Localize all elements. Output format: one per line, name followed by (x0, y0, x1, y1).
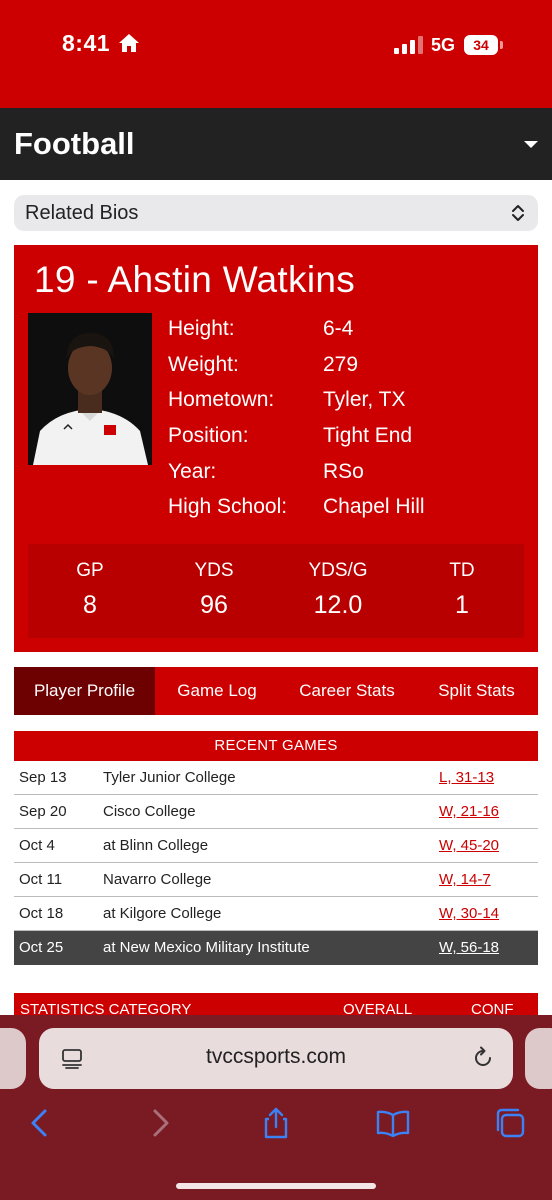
game-date: Oct 25 (19, 939, 64, 956)
table-row: Sep 13 Tyler Junior College L, 31-13 (14, 761, 538, 795)
game-opponent: Navarro College (103, 871, 212, 888)
player-name: 19 - Ahstin Watkins (34, 259, 356, 300)
game-result-link[interactable]: L, 31-13 (439, 769, 494, 786)
bio-row-year: Year: RSo (168, 460, 528, 496)
table-row: Sep 20 Cisco College W, 21-16 (14, 795, 538, 829)
stat-label: YDS/G (308, 560, 368, 581)
battery-level: 34 (464, 35, 498, 55)
bio-details: Height: 6-4 Weight: 279 Hometown: Tyler,… (168, 317, 528, 531)
recent-games-table: RECENT GAMES Sep 13 Tyler Junior College… (14, 731, 538, 965)
bio-row-weight: Weight: 279 (168, 353, 528, 389)
home-indicator (176, 1183, 376, 1189)
bookmarks-icon[interactable] (376, 1106, 410, 1140)
game-opponent: Tyler Junior College (103, 769, 236, 786)
game-result-link[interactable]: W, 21-16 (439, 803, 499, 820)
player-card: 19 - Ahstin Watkins Height: 6-4 Weight: … (14, 245, 538, 652)
stat-label: TD (449, 560, 475, 581)
bio-row-height: Height: 6-4 (168, 317, 528, 353)
tabs-icon[interactable] (493, 1106, 527, 1140)
previous-tab-peek[interactable] (0, 1028, 26, 1089)
bio-row-hometown: Hometown: Tyler, TX (168, 388, 528, 424)
tab-career-stats[interactable]: Career Stats (279, 667, 415, 715)
stat-value: 12.0 (313, 591, 363, 619)
game-opponent: at Blinn College (103, 837, 209, 854)
signal-icon (394, 36, 423, 54)
game-date: Oct 18 (19, 905, 64, 922)
bio-label: Weight: (168, 352, 239, 376)
recent-games-heading: RECENT GAMES (14, 731, 538, 761)
game-date: Oct 11 (19, 871, 63, 888)
game-result-link[interactable]: W, 56-18 (439, 939, 499, 956)
browser-toolbar: tvccsports.com (0, 1015, 552, 1200)
related-bios-label: Related Bios (25, 202, 139, 224)
stat-value: 96 (200, 591, 228, 619)
game-date: Oct 4 (19, 837, 55, 854)
profile-tabs: Player Profile Game Log Career Stats Spl… (14, 667, 538, 715)
bio-label: Height: (168, 317, 235, 340)
table-row: Oct 25 at New Mexico Military Institute … (14, 931, 538, 965)
table-row: Oct 4 at Blinn College W, 45-20 (14, 829, 538, 863)
next-tab-peek[interactable] (525, 1028, 552, 1089)
bio-value: Tyler, TX (323, 388, 406, 412)
game-result-link[interactable]: W, 45-20 (439, 837, 499, 854)
sport-title: Football (14, 126, 135, 161)
player-headshot (28, 313, 152, 465)
stat-summary: GP 8 YDS 96 YDS/G 12.0 TD 1 (28, 544, 524, 638)
stat-gp: GP 8 (28, 560, 152, 620)
bio-value: Tight End (323, 424, 413, 448)
related-bios-select[interactable]: Related Bios (14, 195, 538, 231)
stat-label: YDS (194, 560, 234, 581)
share-icon[interactable] (259, 1106, 293, 1140)
bio-label: High School: (168, 495, 288, 519)
status-time: 8:41 (62, 30, 111, 56)
reload-icon[interactable] (471, 1046, 495, 1070)
game-result-link[interactable]: W, 14-7 (439, 871, 491, 888)
chevron-updown-icon (512, 205, 524, 221)
bio-label: Hometown: (168, 388, 275, 412)
bio-row-position: Position: Tight End (168, 424, 528, 460)
bio-row-high-school: High School: Chapel Hill (168, 495, 528, 531)
stat-label: GP (76, 560, 104, 581)
bio-value: 279 (323, 352, 359, 376)
tab-player-profile[interactable]: Player Profile (14, 667, 155, 715)
game-opponent: at Kilgore College (103, 905, 222, 922)
tab-split-stats[interactable]: Split Stats (415, 667, 538, 715)
house-icon (119, 34, 139, 52)
stat-value: 1 (455, 591, 469, 619)
bio-label: Position: (168, 424, 249, 448)
sport-menu-bar[interactable]: Football (0, 108, 552, 180)
game-opponent: Cisco College (103, 803, 196, 820)
game-opponent: at New Mexico Military Institute (103, 939, 310, 956)
status-bar: 8:41 5G 34 (0, 0, 552, 108)
bio-label: Year: (168, 459, 217, 483)
network-label: 5G (431, 35, 456, 55)
url-text: tvccsports.com (205, 1045, 347, 1068)
caret-down-icon[interactable] (524, 141, 538, 148)
tab-game-log[interactable]: Game Log (155, 667, 279, 715)
stat-yds-per-game: YDS/G 12.0 (276, 560, 400, 620)
stat-value: 8 (83, 591, 97, 619)
game-date: Sep 13 (19, 769, 67, 786)
table-row: Oct 18 at Kilgore College W, 30-14 (14, 897, 538, 931)
table-row: Oct 11 Navarro College W, 14-7 (14, 863, 538, 897)
battery-icon: 34 (464, 35, 504, 55)
game-date: Sep 20 (19, 803, 67, 820)
back-icon[interactable] (23, 1106, 57, 1140)
address-bar[interactable]: tvccsports.com (39, 1028, 513, 1089)
bio-value: Chapel Hill (323, 495, 425, 519)
bio-value: 6-4 (323, 317, 354, 340)
forward-icon[interactable] (143, 1106, 177, 1140)
stat-td: TD 1 (400, 560, 524, 620)
bio-value: RSo (323, 459, 364, 483)
stat-yds: YDS 96 (152, 560, 276, 620)
game-result-link[interactable]: W, 30-14 (439, 905, 499, 922)
